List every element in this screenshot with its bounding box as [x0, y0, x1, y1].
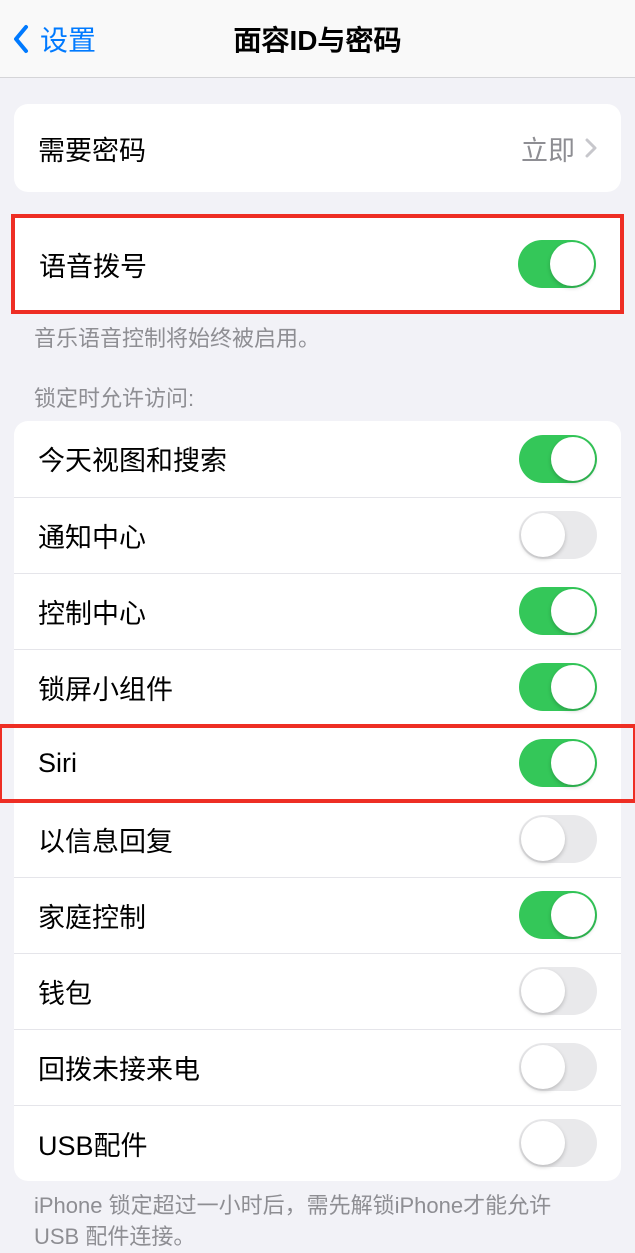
lock-item-toggle[interactable]: [519, 815, 597, 863]
lock-item-toggle[interactable]: [519, 587, 597, 635]
lock-item-label: 通知中心: [38, 516, 146, 555]
voice-dial-label: 语音拨号: [39, 245, 147, 284]
lock-item-row: 锁屏小组件: [14, 649, 621, 725]
lock-item-label: 家庭控制: [38, 896, 146, 935]
lock-item-toggle[interactable]: [519, 891, 597, 939]
lock-item-toggle[interactable]: [519, 967, 597, 1015]
lock-item-label: 以信息回复: [38, 820, 173, 859]
lock-item-row: 控制中心: [14, 573, 621, 649]
lock-item-label: 钱包: [38, 972, 92, 1011]
chevron-left-icon: [12, 24, 30, 54]
lock-item-label: 今天视图和搜索: [38, 439, 227, 478]
lock-item-label: 控制中心: [38, 592, 146, 631]
lock-item-toggle[interactable]: [519, 663, 597, 711]
lock-access-group: 今天视图和搜索通知中心控制中心锁屏小组件 Siri 以信息回复家庭控制钱包回拨未接来…: [14, 421, 621, 1181]
voice-dial-footer: 音乐语音控制将始终被启用。: [0, 314, 635, 355]
lock-item-toggle[interactable]: [519, 1119, 597, 1167]
lock-item-toggle[interactable]: [519, 511, 597, 559]
chevron-right-icon: [585, 138, 597, 158]
lock-item-row: 通知中心: [14, 497, 621, 573]
voice-dial-toggle[interactable]: [518, 240, 596, 288]
passcode-group: 需要密码 立即: [14, 104, 621, 192]
back-label: 设置: [40, 19, 96, 59]
lock-access-header: 锁定时允许访问:: [0, 355, 635, 421]
require-passcode-value: 立即: [521, 129, 575, 168]
require-passcode-label: 需要密码: [38, 129, 146, 168]
lock-item-row: 回拨未接来电: [14, 1029, 621, 1105]
lock-item-label: Siri: [38, 748, 77, 779]
lock-item-toggle[interactable]: [519, 435, 597, 483]
lock-item-row: 今天视图和搜索: [14, 421, 621, 497]
lock-item-label: USB配件: [38, 1124, 148, 1163]
usb-footer: iPhone 锁定超过一小时后，需先解锁iPhone才能允许 USB 配件连接。: [0, 1181, 635, 1253]
lock-item-row: USB配件: [14, 1105, 621, 1181]
lock-item-row: Siri: [14, 725, 621, 801]
lock-item-row: 家庭控制: [14, 877, 621, 953]
voice-dial-highlight: 语音拨号: [11, 214, 624, 314]
require-passcode-row[interactable]: 需要密码 立即: [14, 104, 621, 192]
lock-item-toggle[interactable]: [519, 739, 597, 787]
lock-item-toggle[interactable]: [519, 1043, 597, 1091]
lock-item-row: 钱包: [14, 953, 621, 1029]
voice-dial-row: 语音拨号: [15, 218, 620, 310]
navigation-bar: 设置 面容ID与密码: [0, 0, 635, 78]
lock-item-row: 以信息回复: [14, 801, 621, 877]
back-button[interactable]: 设置: [0, 19, 96, 59]
lock-item-label: 锁屏小组件: [38, 668, 173, 707]
lock-item-label: 回拨未接来电: [38, 1048, 200, 1087]
